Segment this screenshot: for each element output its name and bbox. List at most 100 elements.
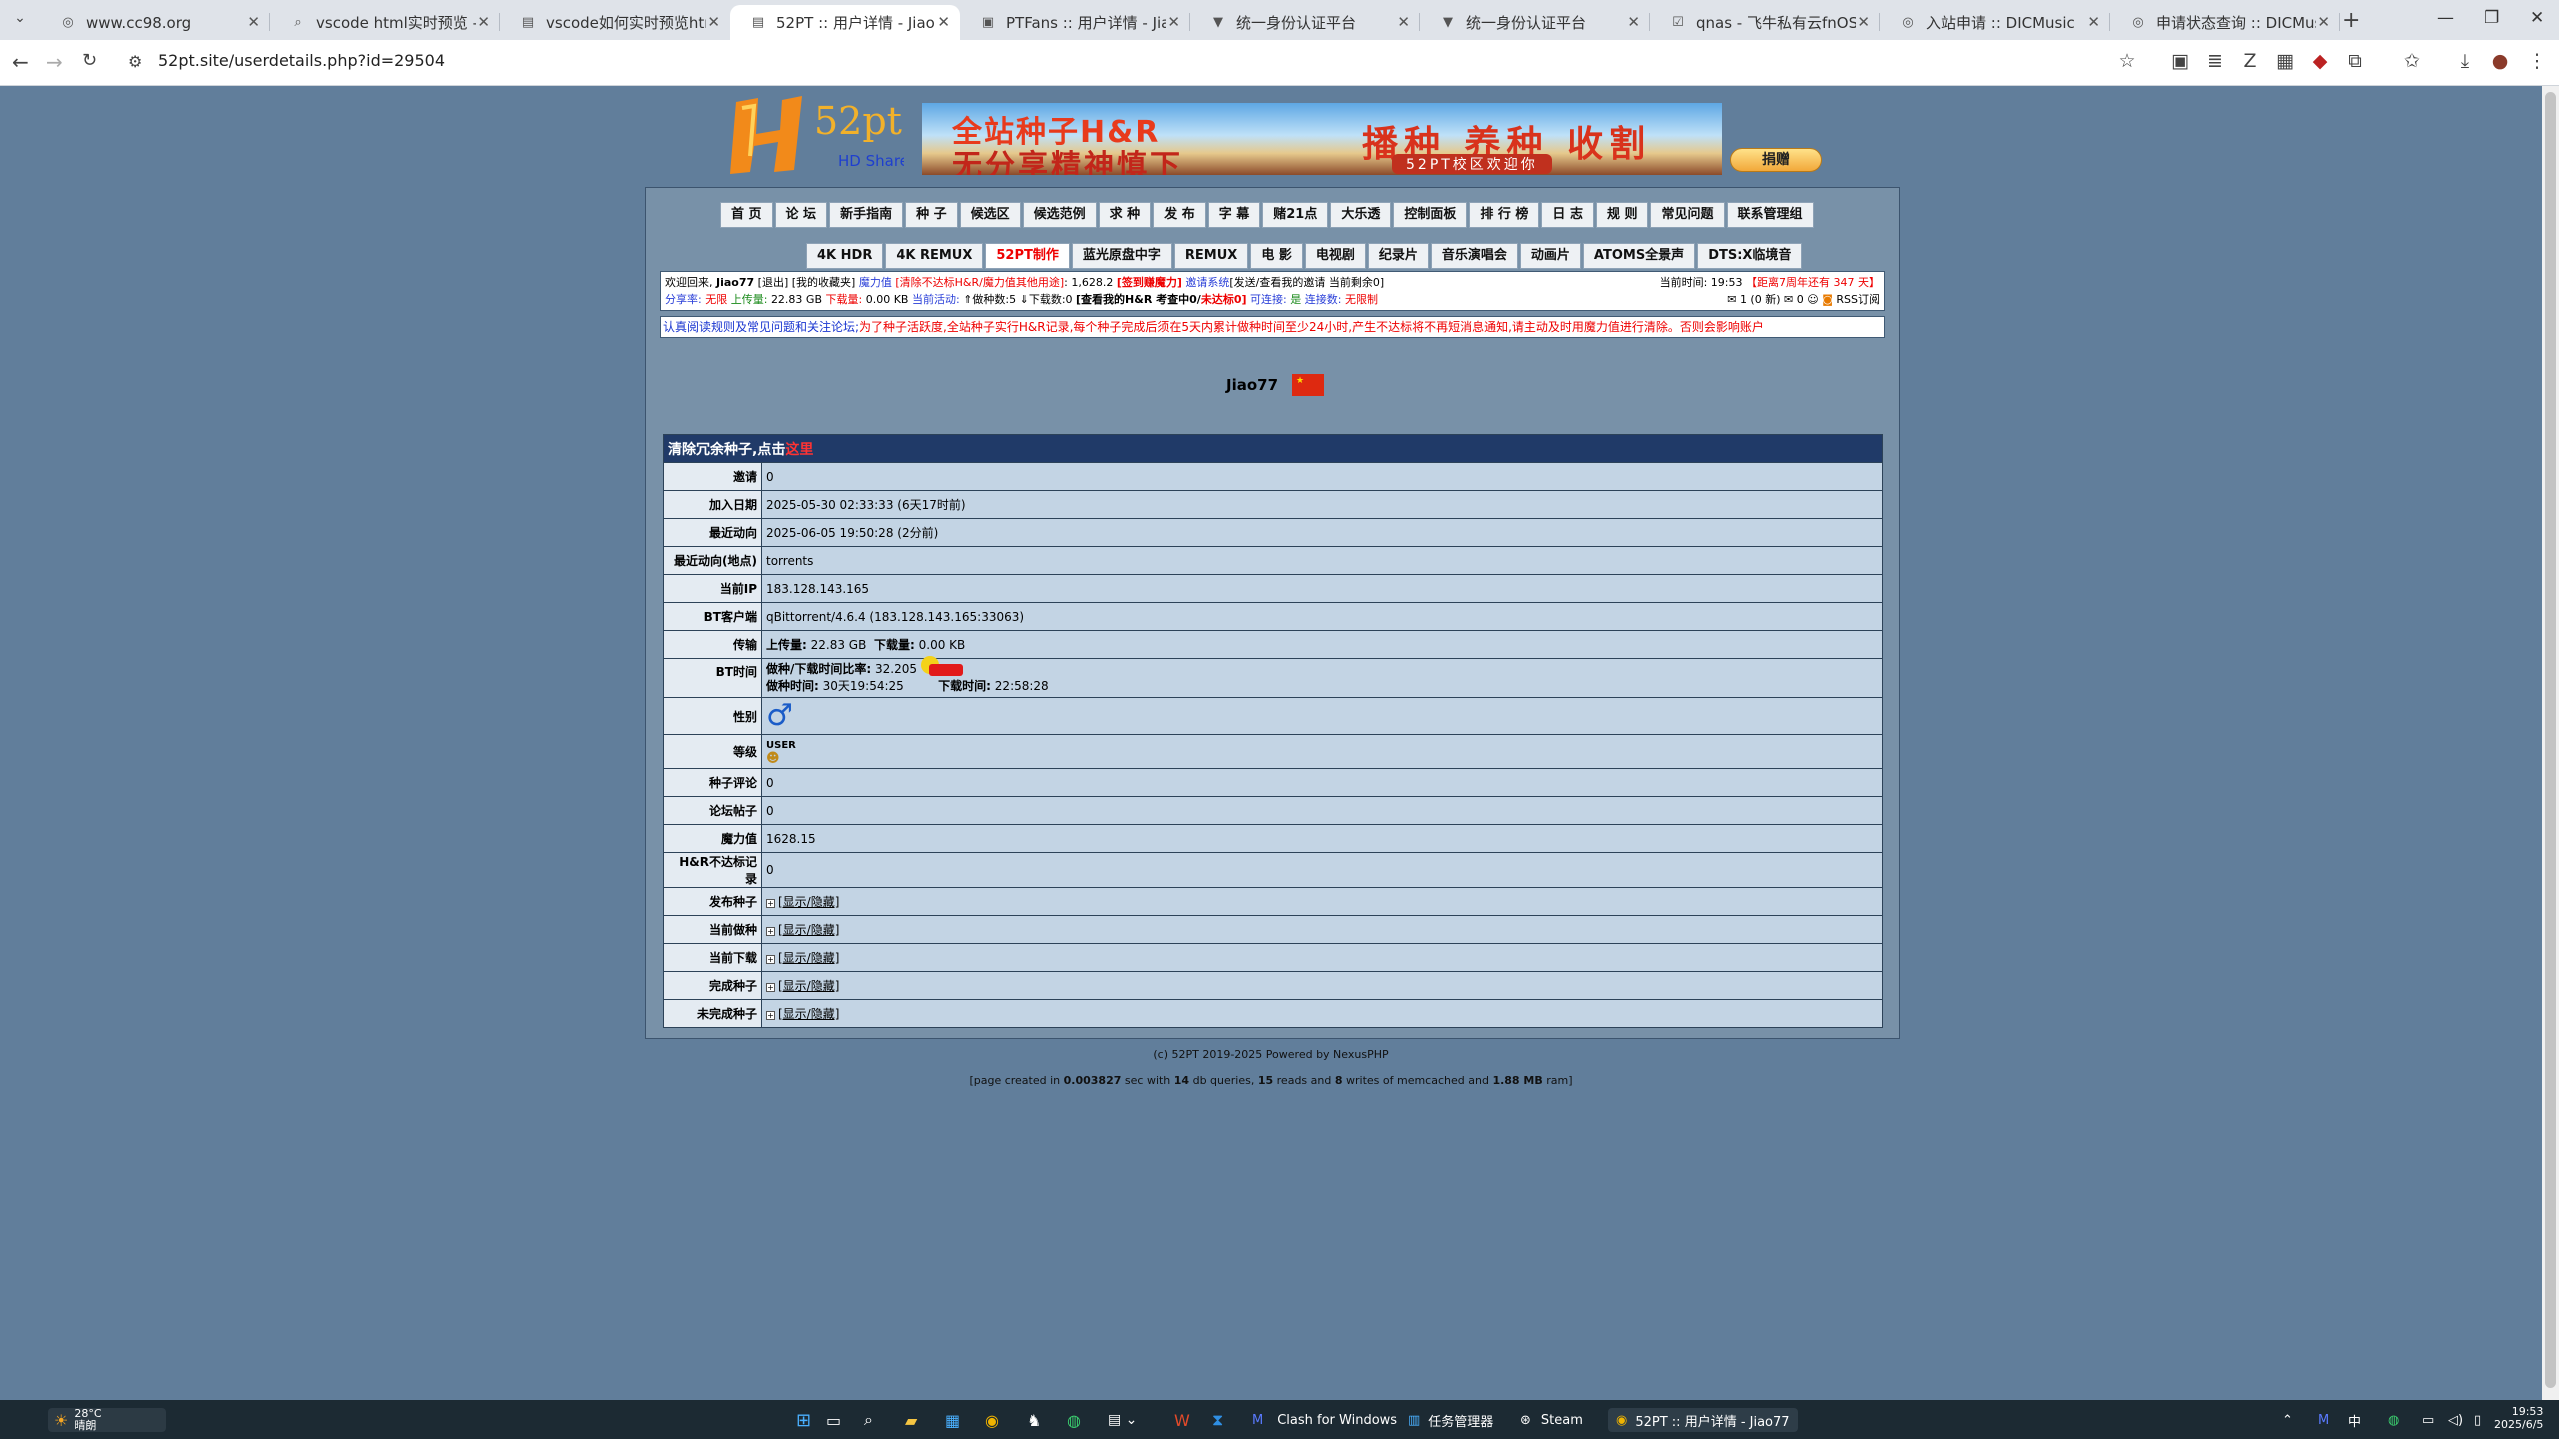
menu-item[interactable]: 常见问题: [1650, 202, 1725, 228]
browser-tab[interactable]: ▼ 统一身份认证平台 ✕: [1190, 5, 1420, 40]
expand-icon[interactable]: +: [766, 1011, 775, 1020]
extensions-icon[interactable]: ⧉: [2343, 50, 2367, 72]
bookmark-star-icon[interactable]: ☆: [2115, 50, 2139, 72]
magic-clear-link[interactable]: [清除不达标H&R/魔力值其他用途]: [895, 276, 1064, 289]
menu-item[interactable]: 候选区: [959, 202, 1021, 228]
menu-item[interactable]: ATOMS全景声: [1582, 243, 1696, 269]
network-icon[interactable]: ▭: [2422, 1408, 2434, 1432]
expand-icon[interactable]: +: [766, 927, 775, 936]
volume-icon[interactable]: ◁): [2448, 1408, 2463, 1432]
chrome-app-icon[interactable]: ◉: [985, 1408, 999, 1432]
close-tab-icon[interactable]: ✕: [1857, 13, 1870, 31]
close-window-icon[interactable]: ✕: [2530, 8, 2544, 28]
store-icon[interactable]: ▦: [945, 1408, 960, 1432]
invite-link[interactable]: 邀请系统: [1185, 276, 1229, 289]
close-tab-icon[interactable]: ✕: [1627, 13, 1640, 31]
tray-app-icon[interactable]: M: [2318, 1408, 2329, 1432]
clock[interactable]: 19:53 2025/6/5: [2494, 1405, 2543, 1435]
expand-icon[interactable]: +: [766, 955, 775, 964]
rss-link[interactable]: RSS订阅: [1836, 293, 1880, 306]
weather-widget[interactable]: ☀ 28°C 晴朗: [48, 1408, 166, 1432]
menu-item[interactable]: 联系管理组: [1726, 202, 1814, 228]
wps-icon[interactable]: W: [1174, 1408, 1190, 1432]
hr-failed[interactable]: 未达标0]: [1201, 293, 1247, 306]
expand-icon[interactable]: +: [766, 899, 775, 908]
ime-indicator[interactable]: 中: [2348, 1408, 2361, 1432]
sent-icon[interactable]: ✉: [1784, 293, 1793, 306]
steam-task[interactable]: ⊛ Steam: [1520, 1408, 1583, 1432]
tray-wechat-icon[interactable]: ◍: [2388, 1408, 2399, 1432]
extension-box-icon[interactable]: ▦: [2273, 50, 2297, 72]
tab-list-button[interactable]: ⌄: [8, 10, 32, 32]
browser-tab[interactable]: ▼ 统一身份认证平台 ✕: [1420, 5, 1650, 40]
donate-button[interactable]: 捐赠: [1730, 148, 1822, 172]
menu-item[interactable]: 蓝光原盘中字: [1071, 243, 1172, 269]
show-hide-link[interactable]: [显示/隐藏]: [778, 951, 839, 965]
menu-item[interactable]: REMUX: [1173, 243, 1249, 269]
forward-icon[interactable]: →: [46, 50, 63, 74]
invite-status[interactable]: [发送/查看我的邀请 当前剩余0]: [1229, 276, 1384, 289]
browser-tab[interactable]: ◎ 入站申请 :: DICMusic ✕: [1880, 5, 2110, 40]
close-tab-icon[interactable]: ✕: [1397, 13, 1410, 31]
download-icon[interactable]: ⤓: [2453, 50, 2477, 72]
extension-red-icon[interactable]: ◆: [2308, 50, 2332, 72]
show-hide-link[interactable]: [显示/隐藏]: [778, 895, 839, 909]
browser-tab[interactable]: ☑ qnas - 飞牛私有云fnOS ✕: [1650, 5, 1880, 40]
browser-tab[interactable]: ◎ www.cc98.org ✕: [40, 5, 270, 40]
menu-item[interactable]: 动画片: [1519, 243, 1581, 269]
menu-item[interactable]: 4K REMUX: [885, 243, 984, 269]
cast-icon[interactable]: ▣: [2168, 50, 2192, 72]
reload-icon[interactable]: ↻: [82, 50, 97, 71]
menu-item[interactable]: 音乐演唱会: [1430, 243, 1518, 269]
vscode-icon[interactable]: ⧗: [1212, 1408, 1223, 1432]
close-tab-icon[interactable]: ✕: [247, 13, 260, 31]
menu-item[interactable]: 发 布: [1153, 202, 1206, 228]
close-tab-icon[interactable]: ✕: [937, 13, 950, 31]
menu-item[interactable]: 纪录片: [1367, 243, 1429, 269]
menu-item[interactable]: 电 影: [1250, 243, 1303, 269]
new-tab-button[interactable]: +: [2342, 8, 2360, 33]
qq-icon[interactable]: ♞: [1027, 1408, 1041, 1432]
back-icon[interactable]: ←: [12, 50, 29, 74]
caption-link[interactable]: 这里: [785, 442, 813, 458]
menu-item[interactable]: 赌21点: [1262, 202, 1329, 228]
site-logo[interactable]: 52pt HD Share: [728, 96, 904, 174]
browser-tab[interactable]: ▤ vscode如何实时预览html网页✕: [500, 5, 730, 40]
close-tab-icon[interactable]: ✕: [2087, 13, 2100, 31]
close-tab-icon[interactable]: ✕: [477, 13, 490, 31]
menu-item[interactable]: 候选范例: [1022, 202, 1097, 228]
username-link[interactable]: Jiao77: [716, 276, 754, 289]
menu-item[interactable]: 日 志: [1541, 202, 1594, 228]
hr-link[interactable]: [查看我的H&R 考查中0/: [1076, 293, 1201, 306]
menu-item[interactable]: 首 页: [720, 202, 773, 228]
file-explorer-icon[interactable]: ▰: [905, 1408, 917, 1432]
browser-tab[interactable]: ◎ 申请状态查询 :: DICMusic✕: [2110, 5, 2340, 40]
chrome-task[interactable]: ◉ 52PT :: 用户详情 - Jiao77: [1608, 1408, 1798, 1432]
inbox-icon[interactable]: ✉: [1727, 293, 1736, 306]
site-banner[interactable]: 全站种子H&R 无分享精神慎下 播种 养种 收割 52PT校区欢迎你: [922, 103, 1722, 175]
terminal-icon[interactable]: ▤ ⌄: [1108, 1408, 1137, 1432]
task-view-icon[interactable]: ▭: [826, 1408, 841, 1432]
menu-item[interactable]: 控制面板: [1393, 202, 1468, 228]
menu-item[interactable]: 求 种: [1098, 202, 1152, 228]
restore-icon[interactable]: ❐: [2484, 8, 2499, 28]
logout-link[interactable]: [退出]: [758, 276, 789, 289]
close-tab-icon[interactable]: ✕: [2317, 13, 2330, 31]
menu-item[interactable]: 电视剧: [1304, 243, 1366, 269]
taskmgr-task[interactable]: ▥ 任务管理器: [1408, 1408, 1493, 1432]
menu-item[interactable]: 字 幕: [1207, 202, 1261, 228]
bookmarks-icon[interactable]: ✩: [2400, 50, 2424, 72]
clash-task[interactable]: M Clash for Windows: [1252, 1408, 1397, 1432]
browser-tab[interactable]: ▤ 52PT :: 用户详情 - Jiao77 - P✕: [730, 5, 960, 40]
friends-icon[interactable]: ☺: [1807, 293, 1818, 306]
menu-item[interactable]: 规 则: [1595, 202, 1649, 228]
inbox-count[interactable]: 1 (0 新): [1740, 293, 1781, 306]
reading-icon[interactable]: ≣: [2203, 50, 2227, 72]
favorites-link[interactable]: [我的收藏夹]: [792, 276, 856, 289]
wechat-icon[interactable]: ◍: [1067, 1408, 1081, 1432]
sent-count[interactable]: 0: [1797, 293, 1804, 306]
show-hide-link[interactable]: [显示/隐藏]: [778, 923, 839, 937]
browser-tab[interactable]: ⌕ vscode html实时预览 - 搜索✕: [270, 5, 500, 40]
show-hide-link[interactable]: [显示/隐藏]: [778, 1007, 839, 1021]
menu-item[interactable]: DTS:X临境音: [1697, 243, 1803, 269]
